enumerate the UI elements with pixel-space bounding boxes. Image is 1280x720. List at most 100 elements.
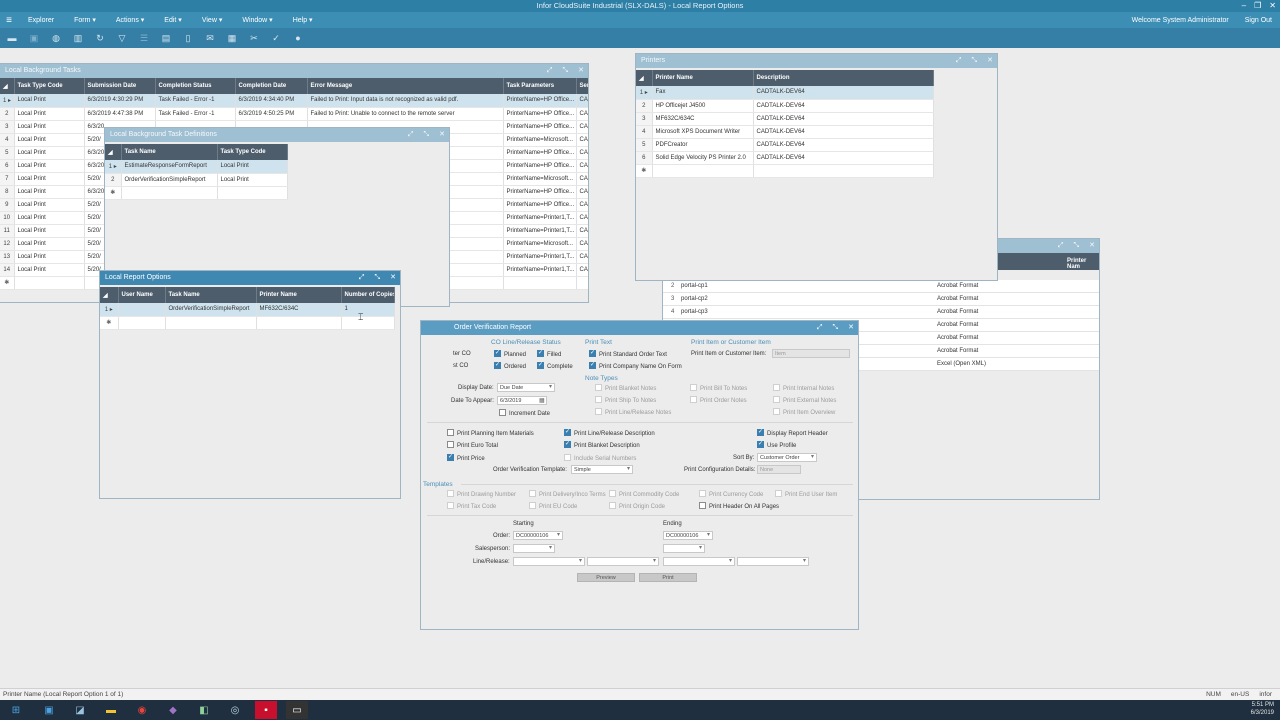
- print-standard-order-text-checkbox[interactable]: Print Standard Order Text: [589, 349, 667, 358]
- column-header[interactable]: Task Parameters: [503, 78, 577, 94]
- sql-server-icon[interactable]: ◪: [69, 701, 91, 719]
- print-order-notes-checkbox[interactable]: Print Order Notes: [690, 396, 747, 404]
- maximize-icon[interactable]: ⤡: [424, 128, 430, 142]
- maximize-icon[interactable]: ⤡: [563, 64, 569, 78]
- include-serial-numbers-checkbox[interactable]: Include Serial Numbers: [564, 454, 636, 462]
- starting-order-select[interactable]: DC00000106: [513, 531, 563, 540]
- close-icon[interactable]: ✕: [1269, 0, 1276, 12]
- filter-icon[interactable]: ▽: [116, 32, 128, 44]
- hamburger-icon[interactable]: ≡: [0, 15, 18, 26]
- table-row[interactable]: 3 MF632C/634C CADTALK-DEV64: [636, 112, 934, 126]
- refresh-icon[interactable]: ↻: [94, 32, 106, 44]
- menu-actions[interactable]: Actions ▾: [106, 16, 154, 24]
- document-icon[interactable]: ▯: [182, 32, 194, 44]
- print-item-field[interactable]: Item: [772, 349, 850, 358]
- email-icon[interactable]: ✉: [204, 32, 216, 44]
- menu-view[interactable]: View ▾: [192, 16, 233, 24]
- use-profile-checkbox[interactable]: Use Profile: [757, 440, 796, 449]
- row-number[interactable]: 11: [0, 224, 15, 238]
- filled-checkbox[interactable]: Filled: [537, 349, 561, 358]
- preview-button[interactable]: Preview: [577, 573, 635, 582]
- close-icon[interactable]: ✕: [390, 271, 396, 285]
- restore-icon[interactable]: ⤢: [408, 128, 414, 142]
- table-row[interactable]: 2 OrderVerificationSimpleReport Local Prin…: [105, 173, 288, 187]
- column-header-printer-name[interactable]: Printer Nam: [1067, 258, 1099, 270]
- column-header[interactable]: Task Type Code: [217, 144, 288, 160]
- column-header[interactable]: Printer Name: [652, 70, 754, 86]
- windows-start-icon[interactable]: ⊞: [3, 701, 29, 719]
- print-commodity-code-checkbox[interactable]: Print Commodity Code: [609, 490, 679, 498]
- globe-icon[interactable]: ◍: [50, 32, 62, 44]
- restore-icon[interactable]: ⤢: [359, 271, 365, 285]
- column-header[interactable]: Error Message: [307, 78, 504, 94]
- print-item-overview-checkbox[interactable]: Print Item Overview: [773, 408, 835, 416]
- file-explorer-icon[interactable]: ▬: [100, 701, 122, 719]
- print-delivery-inco-terms-checkbox[interactable]: Print Delivery/Inco Terms: [529, 490, 606, 498]
- ending-order-select[interactable]: DC00000106: [663, 531, 713, 540]
- print-line-release-description-checkbox[interactable]: Print Line/Release Description: [564, 428, 655, 437]
- table-row[interactable]: 6 Solid Edge Velocity PS Printer 2.0 CADTA…: [636, 151, 934, 165]
- starting-salesperson-select[interactable]: [513, 544, 555, 553]
- ending-release-select[interactable]: [737, 557, 809, 566]
- print-currency-code-checkbox[interactable]: Print Currency Code: [699, 490, 763, 498]
- column-header[interactable]: Ser: [576, 78, 588, 94]
- visual-studio-icon[interactable]: ◆: [162, 701, 184, 719]
- row-number[interactable]: 9: [0, 198, 15, 212]
- print-origin-code-checkbox[interactable]: Print Origin Code: [609, 502, 665, 510]
- tools-icon[interactable]: ✂: [248, 32, 260, 44]
- list-item[interactable]: 4 portal-cp3 Acrobat Format: [663, 306, 1099, 319]
- table-row[interactable]: 1 ▸ OrderVerificationSimpleReport MF632C/6…: [100, 303, 395, 317]
- minimize-icon[interactable]: –: [1242, 0, 1246, 12]
- column-header[interactable]: Completion Date: [235, 78, 308, 94]
- calendar-icon[interactable]: ▦: [539, 397, 545, 404]
- column-header[interactable]: Submission Date: [84, 78, 156, 94]
- column-header[interactable]: Printer Name: [256, 287, 342, 303]
- print-tax-code-checkbox[interactable]: Print Tax Code: [447, 502, 496, 510]
- print-ship-to-notes-checkbox[interactable]: Print Ship To Notes: [595, 396, 656, 404]
- print-drawing-number-checkbox[interactable]: Print Drawing Number: [447, 490, 516, 498]
- column-header[interactable]: Task Name: [121, 144, 218, 160]
- delete-icon[interactable]: ▥: [72, 32, 84, 44]
- new-row[interactable]: ✱: [100, 316, 395, 330]
- row-number[interactable]: 2: [105, 173, 122, 187]
- menu-window[interactable]: Window ▾: [232, 16, 282, 24]
- maximize-icon[interactable]: ⤡: [972, 54, 978, 68]
- filter-in-place-icon[interactable]: ☰: [138, 32, 150, 44]
- display-date-select[interactable]: Due Date: [497, 383, 555, 392]
- row-number[interactable]: 13: [0, 250, 15, 264]
- print-company-name-checkbox[interactable]: Print Company Name On Form: [589, 361, 682, 370]
- restore-icon[interactable]: ⤢: [1058, 239, 1064, 253]
- print-button[interactable]: Print: [639, 573, 697, 582]
- report-icon[interactable]: ▤: [160, 32, 172, 44]
- row-number[interactable]: 1 ▸: [100, 303, 119, 317]
- restore-icon[interactable]: ❐: [1254, 0, 1261, 12]
- row-number[interactable]: 2: [0, 107, 15, 121]
- print-header-on-all-pages-checkbox[interactable]: Print Header On All Pages: [699, 502, 779, 510]
- row-number[interactable]: 1 ▸: [636, 86, 653, 100]
- print-end-user-item-checkbox[interactable]: Print End User Item: [775, 490, 837, 498]
- column-header[interactable]: Number of Copies: [341, 287, 395, 303]
- starting-release-select[interactable]: [587, 557, 659, 566]
- column-header[interactable]: Completion Status: [155, 78, 236, 94]
- row-number[interactable]: 3: [636, 112, 653, 126]
- restore-icon[interactable]: ⤢: [547, 64, 553, 78]
- complete-checkbox[interactable]: Complete: [537, 361, 573, 370]
- maximize-icon[interactable]: ⤡: [833, 321, 839, 335]
- print-euro-total-checkbox[interactable]: Print Euro Total: [447, 441, 498, 449]
- print-external-notes-checkbox[interactable]: Print External Notes: [773, 396, 836, 404]
- row-number[interactable]: 6: [636, 151, 653, 165]
- row-number[interactable]: 3: [0, 120, 15, 134]
- menu-explorer[interactable]: Explorer: [18, 17, 64, 24]
- table-row[interactable]: 5 PDFCreator CADTALK-DEV64: [636, 138, 934, 152]
- print-bill-to-notes-checkbox[interactable]: Print Bill To Notes: [690, 384, 747, 392]
- maximize-icon[interactable]: ⤡: [375, 271, 381, 285]
- row-number[interactable]: 2: [636, 99, 653, 113]
- column-header[interactable]: User Name: [118, 287, 166, 303]
- table-row[interactable]: 2 Local Print 6/3/2019 4:47:38 PM Task Fail…: [0, 107, 588, 121]
- config-manager-icon[interactable]: ◧: [193, 701, 215, 719]
- row-number[interactable]: 12: [0, 237, 15, 251]
- restore-icon[interactable]: ⤢: [817, 321, 823, 335]
- starting-line-select[interactable]: [513, 557, 585, 566]
- table-row[interactable]: 1 ▸ Local Print 6/3/2019 4:30:29 PM Task Fa…: [0, 94, 588, 108]
- command-prompt-icon[interactable]: ▭: [286, 701, 308, 719]
